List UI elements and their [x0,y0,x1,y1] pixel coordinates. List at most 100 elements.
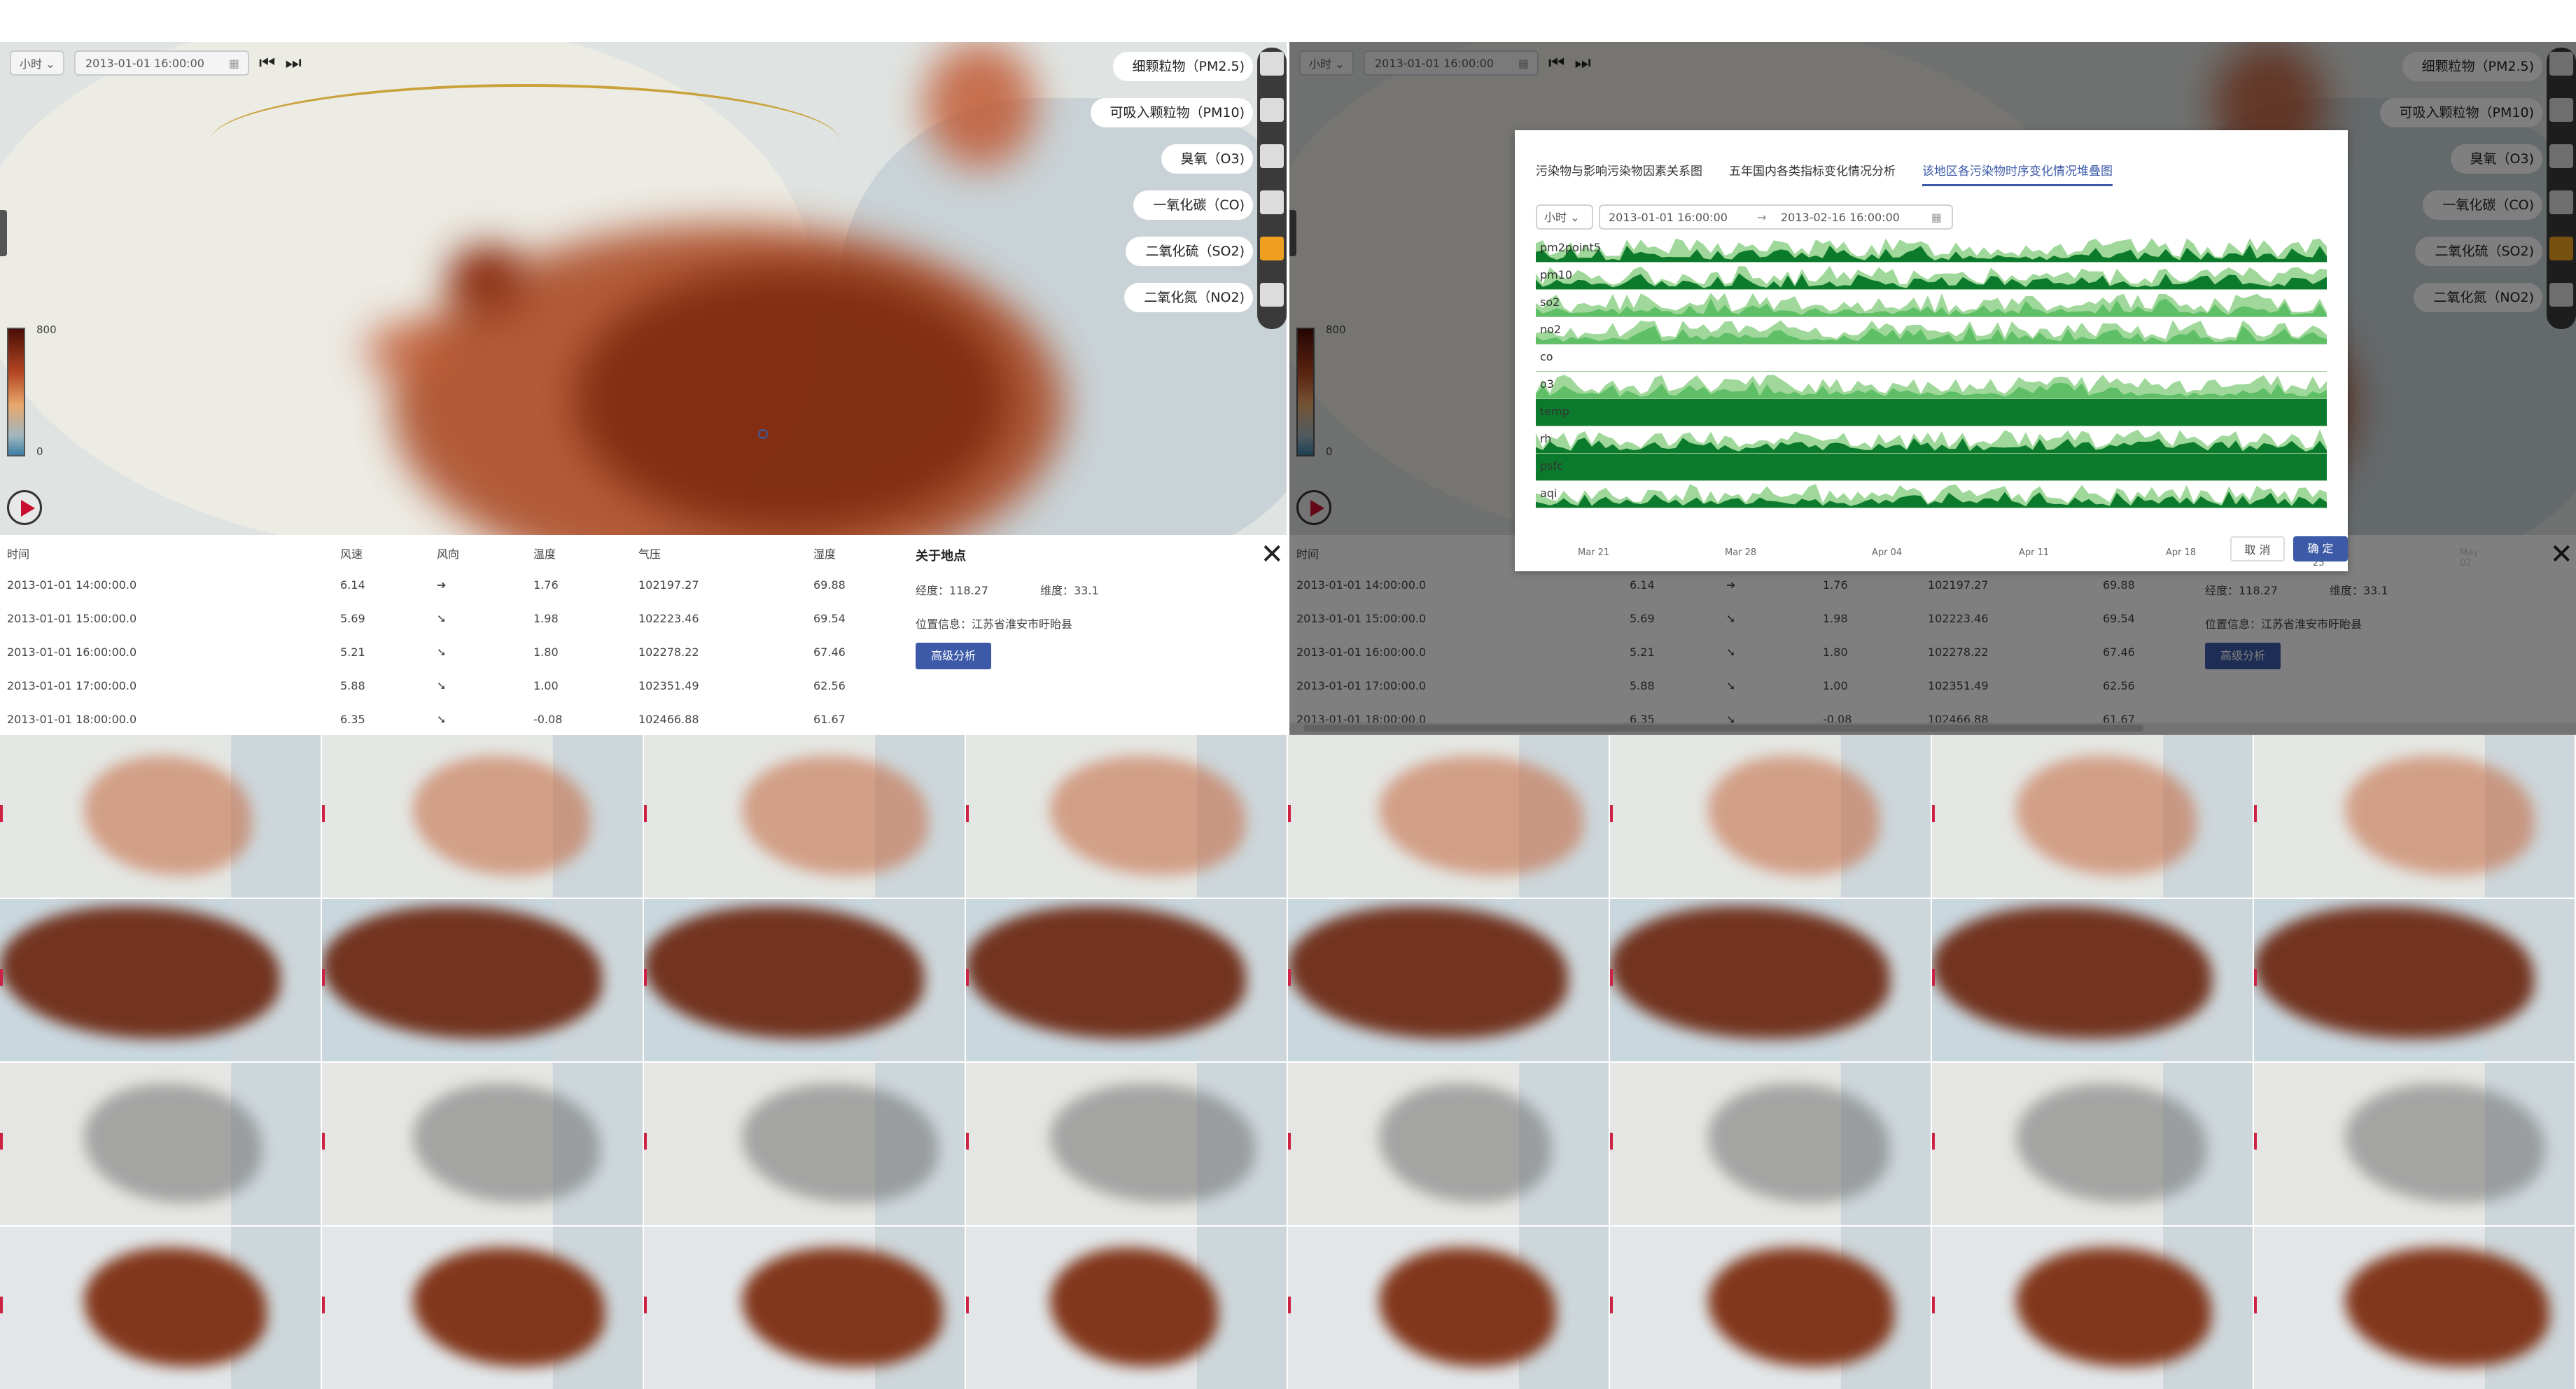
skip-forward-icon[interactable]: ⏭ [285,50,301,76]
granularity-select[interactable]: 小时 ⌄ [10,50,64,76]
confirm-button[interactable]: 确 定 [2293,536,2348,561]
modal-granularity-select[interactable]: 小时 ⌄ [1536,204,1593,230]
datetime-input[interactable]: 2013-01-01 16:00:00▦ [74,50,249,76]
map-thumbnail[interactable] [0,1227,321,1389]
cancel-button[interactable]: 取 消 [2230,536,2285,561]
stream-label: rh [1540,432,1552,445]
map-thumbnail[interactable] [0,735,321,898]
stream-row-co: co [1536,344,2327,372]
map-thumbnail[interactable] [1610,1063,1931,1225]
map-thumbnail[interactable] [1610,899,1931,1061]
location-marker[interactable] [758,429,768,439]
map-thumbnail[interactable] [322,899,643,1061]
advanced-analysis-button[interactable]: 高级分析 [916,643,991,669]
modal-controls: 小时 ⌄ 2013-01-01 16:00:00 → 2013-02-16 16… [1536,204,1953,230]
map-thumbnail[interactable] [2254,735,2575,898]
date-range-picker[interactable]: 2013-01-01 16:00:00 → 2013-02-16 16:00:0… [1599,204,1953,230]
factory-icon[interactable] [1260,52,1284,76]
stream-area [1536,399,2327,426]
location-text: 位置信息：江苏省淮安市盱眙县 [916,617,1073,631]
range-start[interactable]: 2013-01-01 16:00:00 [1609,206,1728,230]
map-thumbnail[interactable] [644,1227,965,1389]
pollutant-o3[interactable]: 臭氧（O3) [1161,144,1253,174]
x-tick-label: Apr 11 [2019,547,2050,558]
map-thumbnail[interactable] [322,1227,643,1389]
heatmap-map[interactable]: 小时 ⌄ 2013-01-01 16:00:00▦ ⏮ ⏭ 800 0 细颗粒物… [0,42,1287,535]
map-thumbnail[interactable] [966,1227,1287,1389]
x-tick-label: May 02 [2460,547,2479,568]
map-thumbnail[interactable] [1932,1063,2253,1225]
map-thumbnail[interactable] [2254,1227,2575,1389]
sun-icon[interactable] [1260,237,1284,260]
map-thumbnail[interactable] [0,899,321,1061]
range-end[interactable]: 2013-02-16 16:00:00 [1781,206,1900,230]
map-thumbnail[interactable] [1610,735,1931,898]
tab-stacked-timeseries[interactable]: 该地区各污染物时序变化情况堆叠图 [1922,161,2113,186]
map-thumbnail[interactable] [644,899,965,1061]
time-controls: 小时 ⌄ 2013-01-01 16:00:00▦ ⏮ ⏭ [10,50,302,76]
map-thumbnail[interactable] [2254,1063,2575,1225]
pollutant-pm25[interactable]: 细颗粒物（PM2.5) [1112,52,1253,81]
pollution-core [574,266,1008,532]
pollutant-icon-rail [1257,48,1287,329]
map-thumbnail[interactable] [1288,1063,1609,1225]
stream-area [1536,454,2327,480]
location-info-panel: 关于地点 ✕ 经度：118.27 维度：33.1 位置信息：江苏省淮安市盱眙县 … [914,535,1287,735]
stream-label: o3 [1540,377,1554,391]
map-thumbnail[interactable] [1288,735,1609,898]
city-icon[interactable] [1260,283,1284,307]
stream-row-pm10: pm10 [1536,263,2327,290]
map-thumbnail[interactable] [966,1063,1287,1225]
map-thumbnail[interactable] [1932,899,2253,1061]
cloud-icon[interactable] [1260,190,1284,214]
table-row: 2013-01-01 18:00:00.06.35➘-0.08102466.88… [7,713,846,726]
analysis-modal: 污染物与影响污染物因素关系图 五年国内各类指标变化情况分析 该地区各污染物时序变… [1515,130,2479,571]
pollutant-so2[interactable]: 二氧化硫（SO2) [1126,237,1253,266]
legend-max: 800 [36,323,57,336]
map-thumbnail[interactable] [1610,1227,1931,1389]
map-thumbnail[interactable] [644,1063,965,1225]
pollution-spot [924,42,1036,168]
map-thumbnail[interactable] [644,735,965,898]
tab-five-year-analysis[interactable]: 五年国内各类指标变化情况分析 [1729,161,1896,186]
stream-row-psfc: psfc [1536,454,2327,481]
stream-row-rh: rh [1536,426,2327,454]
map-thumbnail[interactable] [0,1063,321,1225]
calendar-icon: ▦ [228,57,239,70]
x-tick-label: Apr 04 [1872,547,1903,558]
country-border [210,84,840,199]
map-thumbnail[interactable] [322,735,643,898]
pollutant-co[interactable]: 一氧化碳（CO) [1133,190,1253,220]
table-row: 2013-01-01 14:00:00.06.14➔1.76102197.276… [7,578,846,592]
wind-icon[interactable] [1260,144,1284,168]
x-tick-label: Mar 28 [1725,547,1757,558]
side-toggle[interactable] [0,210,7,256]
map-thumbnail[interactable] [322,1063,643,1225]
stream-label: no2 [1540,323,1562,336]
table-row: 2013-01-01 17:00:00.05.88➘1.00102351.496… [7,679,846,692]
color-legend [7,328,25,456]
table-row: 2013-01-01 15:00:00.05.69➘1.98102223.466… [7,612,846,625]
info-title: 关于地点 [916,549,966,564]
legend-min: 0 [36,445,43,458]
stream-label: psfc [1540,459,1563,473]
map-thumbnail[interactable] [2254,899,2575,1061]
close-icon[interactable]: ✕ [1260,540,1284,568]
map-thumbnail[interactable] [1288,899,1609,1061]
x-tick-label: Apr 18 [2166,547,2197,558]
pollutant-list: 细颗粒物（PM2.5) 可吸入颗粒物（PM10) 臭氧（O3) 一氧化碳（CO)… [1090,52,1253,312]
factory-icon[interactable] [1260,98,1284,122]
map-thumbnail[interactable] [1932,1227,2253,1389]
pollutant-pm10[interactable]: 可吸入颗粒物（PM10) [1090,98,1253,127]
pollution-spot [448,245,525,315]
map-thumbnail[interactable] [1288,1227,1609,1389]
pollution-spot [364,322,448,378]
pollutant-no2[interactable]: 二氧化氮（NO2) [1124,283,1253,312]
map-thumbnail[interactable] [966,899,1287,1061]
map-thumbnail[interactable] [1932,735,2253,898]
play-button[interactable] [7,490,42,525]
skip-back-icon[interactable]: ⏮ [259,50,275,76]
modal-buttons: 取 消 确 定 [2230,536,2348,561]
tab-factor-relation[interactable]: 污染物与影响污染物因素关系图 [1536,161,1702,186]
map-thumbnail[interactable] [966,735,1287,898]
